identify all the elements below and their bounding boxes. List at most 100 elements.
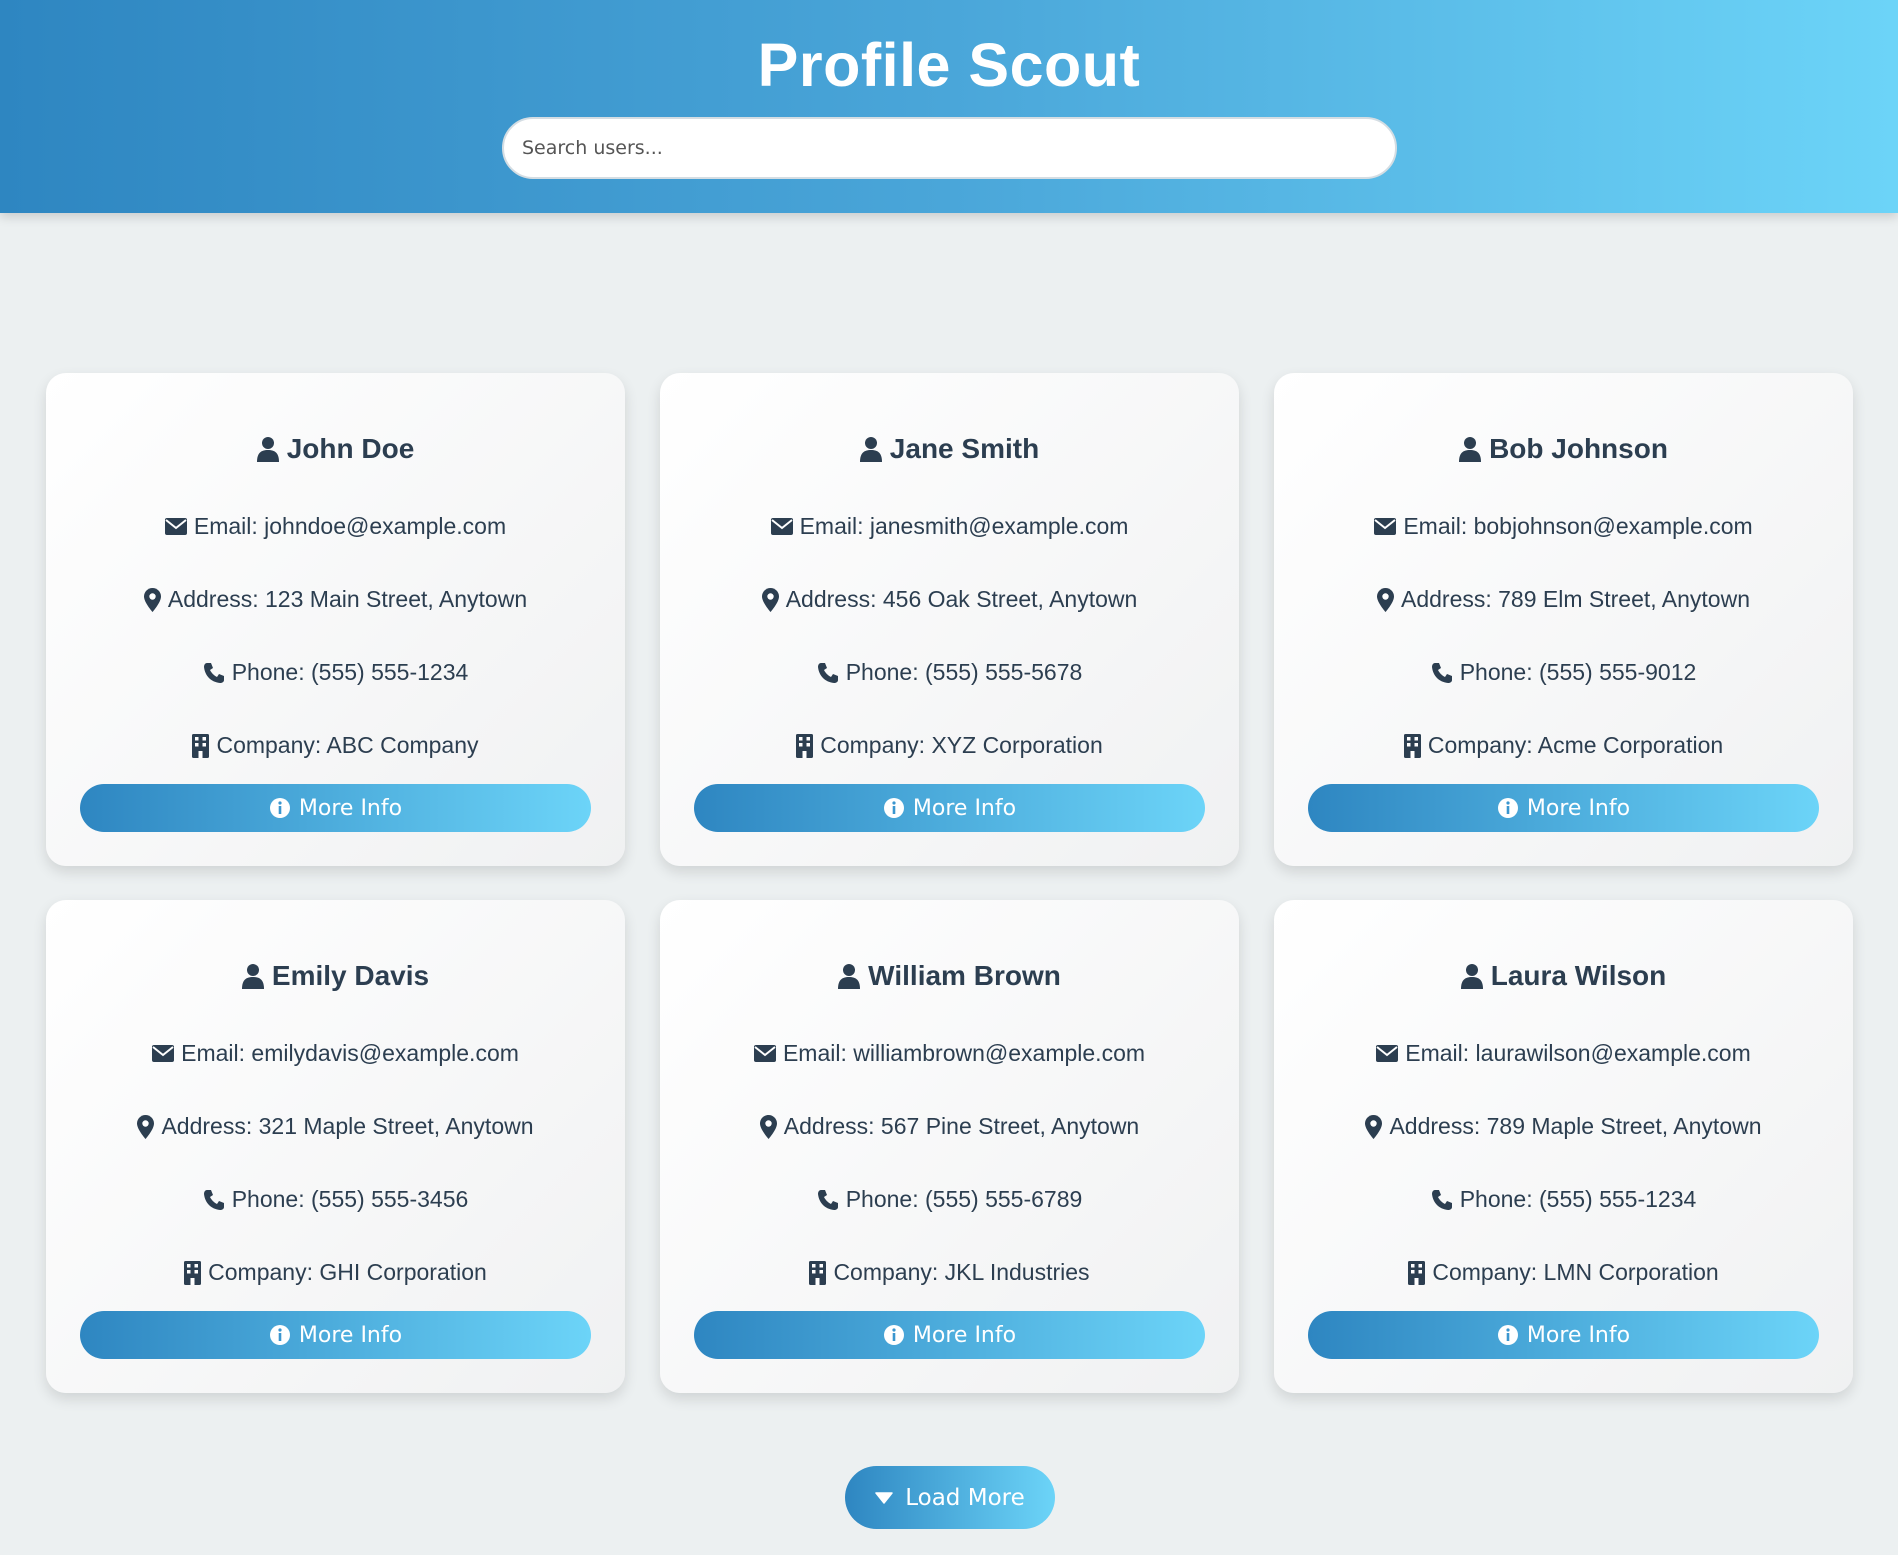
user-address: Address: 789 Maple Street, Anytown [1274, 1113, 1853, 1140]
phone-icon [817, 1189, 839, 1211]
user-address-text: Address: 456 Oak Street, Anytown [785, 586, 1138, 612]
more-info-button[interactable]: More Info [80, 784, 591, 832]
user-address: Address: 123 Main Street, Anytown [46, 586, 625, 613]
info-circle-icon [1497, 797, 1519, 819]
building-icon [796, 733, 814, 758]
more-info-label: More Info [912, 1322, 1017, 1348]
user-name-text: Laura Wilson [1490, 960, 1667, 991]
user-email: Email: laurawilson@example.com [1274, 1040, 1853, 1067]
search-bar [502, 117, 1397, 179]
envelope-icon [152, 1045, 175, 1062]
info-circle-icon [1497, 1324, 1519, 1346]
user-email: Email: emilydavis@example.com [46, 1040, 625, 1067]
user-phone: Phone: (555) 555-1234 [46, 659, 625, 686]
more-info-button[interactable]: More Info [1308, 784, 1819, 832]
user-email-text: Email: laurawilson@example.com [1405, 1040, 1751, 1066]
user-phone: Phone: (555) 555-5678 [660, 659, 1239, 686]
user-address-text: Address: 123 Main Street, Anytown [167, 586, 528, 612]
more-info-label: More Info [912, 795, 1017, 821]
user-company: Company: ABC Company [46, 732, 625, 759]
envelope-icon [753, 1045, 776, 1062]
phone-icon [203, 1189, 225, 1211]
user-company-text: Company: LMN Corporation [1432, 1259, 1719, 1285]
user-email-text: Email: johndoe@example.com [193, 513, 507, 539]
user-email-text: Email: williambrown@example.com [782, 1040, 1146, 1066]
building-icon [1408, 1260, 1426, 1285]
header: Profile Scout [0, 0, 1898, 213]
user-company-text: Company: ABC Company [216, 732, 479, 758]
more-info-button[interactable]: More Info [694, 1311, 1205, 1359]
user-company: Company: LMN Corporation [1274, 1259, 1853, 1286]
user-name-text: Jane Smith [889, 433, 1040, 464]
more-info-button[interactable]: More Info [80, 1311, 591, 1359]
user-name-text: Emily Davis [271, 960, 430, 991]
more-info-button[interactable]: More Info [694, 784, 1205, 832]
user-icon [256, 436, 279, 462]
map-pin-icon [1365, 1114, 1383, 1139]
user-company-text: Company: JKL Industries [833, 1259, 1090, 1285]
user-address: Address: 567 Pine Street, Anytown [660, 1113, 1239, 1140]
user-card: Jane Smith Email: janesmith@example.com … [660, 373, 1239, 866]
user-phone: Phone: (555) 555-6789 [660, 1186, 1239, 1213]
user-address-text: Address: 567 Pine Street, Anytown [783, 1113, 1140, 1139]
info-circle-icon [883, 797, 905, 819]
user-email-text: Email: emilydavis@example.com [181, 1040, 519, 1066]
user-card: Emily Davis Email: emilydavis@example.co… [46, 900, 625, 1393]
user-phone-text: Phone: (555) 555-1234 [231, 659, 469, 685]
user-phone: Phone: (555) 555-1234 [1274, 1186, 1853, 1213]
user-name: John Doe [46, 433, 625, 465]
phone-icon [203, 662, 225, 684]
user-card: Laura Wilson Email: laurawilson@example.… [1274, 900, 1853, 1393]
more-info-button[interactable]: More Info [1308, 1311, 1819, 1359]
user-address-text: Address: 789 Elm Street, Anytown [1400, 586, 1750, 612]
user-email: Email: williambrown@example.com [660, 1040, 1239, 1067]
user-phone-text: Phone: (555) 555-6789 [845, 1186, 1083, 1212]
user-address-text: Address: 789 Maple Street, Anytown [1389, 1113, 1762, 1139]
user-icon [859, 436, 882, 462]
user-phone-text: Phone: (555) 555-9012 [1459, 659, 1697, 685]
load-more-label: Load More [905, 1484, 1025, 1511]
map-pin-icon [137, 1114, 155, 1139]
more-info-label: More Info [1526, 795, 1631, 821]
map-pin-icon [759, 1114, 777, 1139]
user-address: Address: 321 Maple Street, Anytown [46, 1113, 625, 1140]
user-email-text: Email: janesmith@example.com [799, 513, 1129, 539]
user-card: John Doe Email: johndoe@example.com Addr… [46, 373, 625, 866]
building-icon [192, 733, 210, 758]
caret-down-icon [875, 1491, 893, 1504]
user-phone-text: Phone: (555) 555-1234 [1459, 1186, 1697, 1212]
info-circle-icon [269, 1324, 291, 1346]
user-name-text: John Doe [286, 433, 415, 464]
user-email: Email: janesmith@example.com [660, 513, 1239, 540]
user-icon [1459, 436, 1482, 462]
user-icon [838, 963, 861, 989]
user-icon [241, 963, 264, 989]
user-phone-text: Phone: (555) 555-5678 [845, 659, 1083, 685]
info-circle-icon [883, 1324, 905, 1346]
load-more-button[interactable]: Load More [845, 1466, 1055, 1529]
user-email-text: Email: bobjohnson@example.com [1403, 513, 1753, 539]
user-name-text: Bob Johnson [1489, 433, 1668, 464]
user-phone: Phone: (555) 555-9012 [1274, 659, 1853, 686]
user-card-grid: John Doe Email: johndoe@example.com Addr… [46, 373, 1853, 1393]
user-address: Address: 456 Oak Street, Anytown [660, 586, 1239, 613]
search-input[interactable] [502, 117, 1397, 179]
info-circle-icon [269, 797, 291, 819]
envelope-icon [1376, 1045, 1399, 1062]
building-icon [1403, 733, 1421, 758]
user-company: Company: Acme Corporation [1274, 732, 1853, 759]
envelope-icon [164, 518, 187, 535]
user-company-text: Company: Acme Corporation [1427, 732, 1724, 758]
user-email: Email: johndoe@example.com [46, 513, 625, 540]
user-name: Laura Wilson [1274, 960, 1853, 992]
user-card: Bob Johnson Email: bobjohnson@example.co… [1274, 373, 1853, 866]
user-name-text: William Brown [868, 960, 1061, 991]
user-company: Company: GHI Corporation [46, 1259, 625, 1286]
phone-icon [1431, 662, 1453, 684]
user-name: Bob Johnson [1274, 433, 1853, 465]
building-icon [809, 1260, 827, 1285]
user-address-text: Address: 321 Maple Street, Anytown [161, 1113, 534, 1139]
phone-icon [817, 662, 839, 684]
phone-icon [1431, 1189, 1453, 1211]
envelope-icon [1374, 518, 1397, 535]
